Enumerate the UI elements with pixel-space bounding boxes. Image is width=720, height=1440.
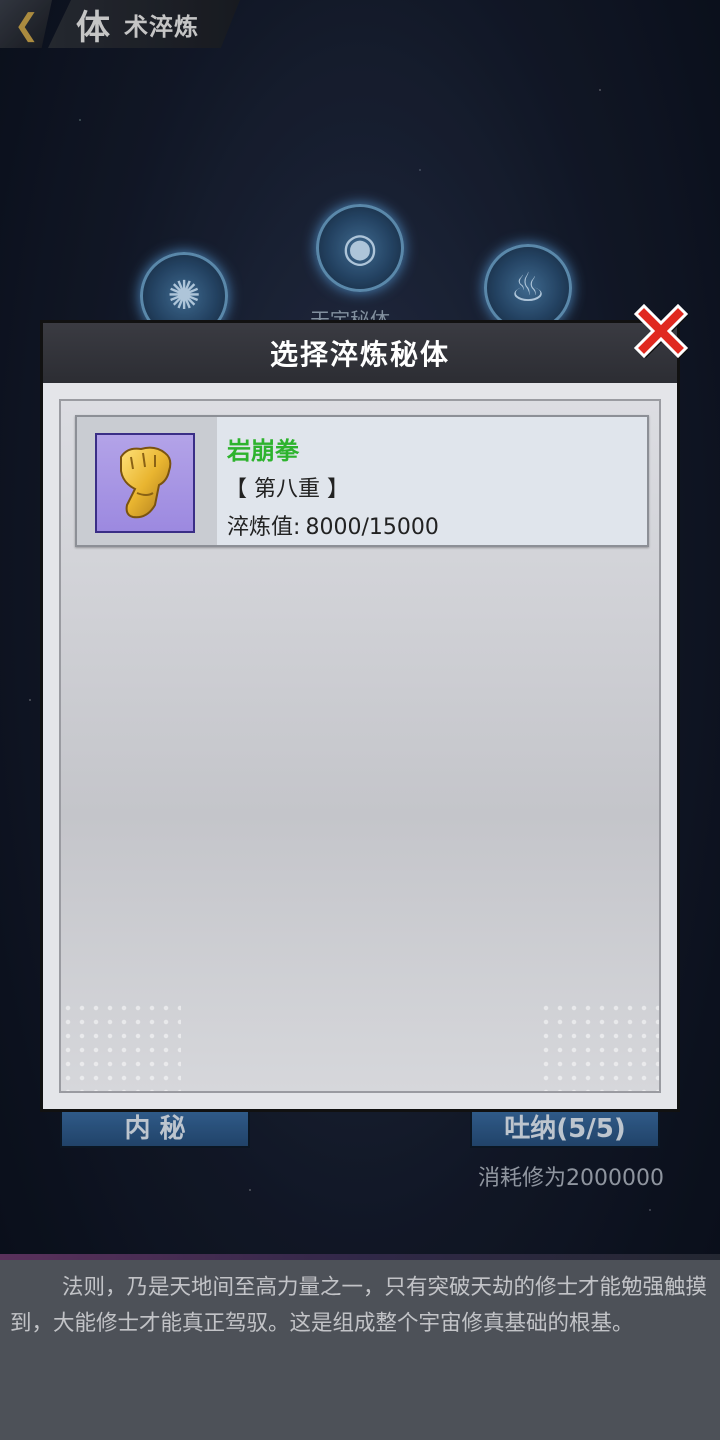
item-value: 8000/15000 bbox=[305, 515, 439, 540]
item-name: 岩崩拳 bbox=[227, 437, 299, 465]
select-dialog: 选择淬炼秘体 岩崩拳 【 第八重 】 淬炼值: 8000/15000 bbox=[40, 320, 680, 1112]
close-x-icon bbox=[633, 303, 689, 359]
dialog-title: 选择淬炼秘体 bbox=[269, 338, 450, 371]
close-button[interactable] bbox=[626, 296, 696, 366]
item-value-label: 淬炼值: bbox=[227, 515, 301, 540]
item-level: 【 第八重 】 bbox=[225, 477, 349, 502]
decorative-dots-left bbox=[61, 1001, 181, 1091]
list-item[interactable]: 岩崩拳 【 第八重 】 淬炼值: 8000/15000 bbox=[75, 415, 649, 547]
golden-fist-icon bbox=[95, 433, 195, 533]
decorative-dots-right bbox=[539, 1001, 659, 1091]
dialog-body: 岩崩拳 【 第八重 】 淬炼值: 8000/15000 bbox=[59, 399, 661, 1093]
item-value-line: 淬炼值: 8000/15000 bbox=[227, 509, 439, 541]
dialog-header: 选择淬炼秘体 bbox=[43, 323, 677, 383]
